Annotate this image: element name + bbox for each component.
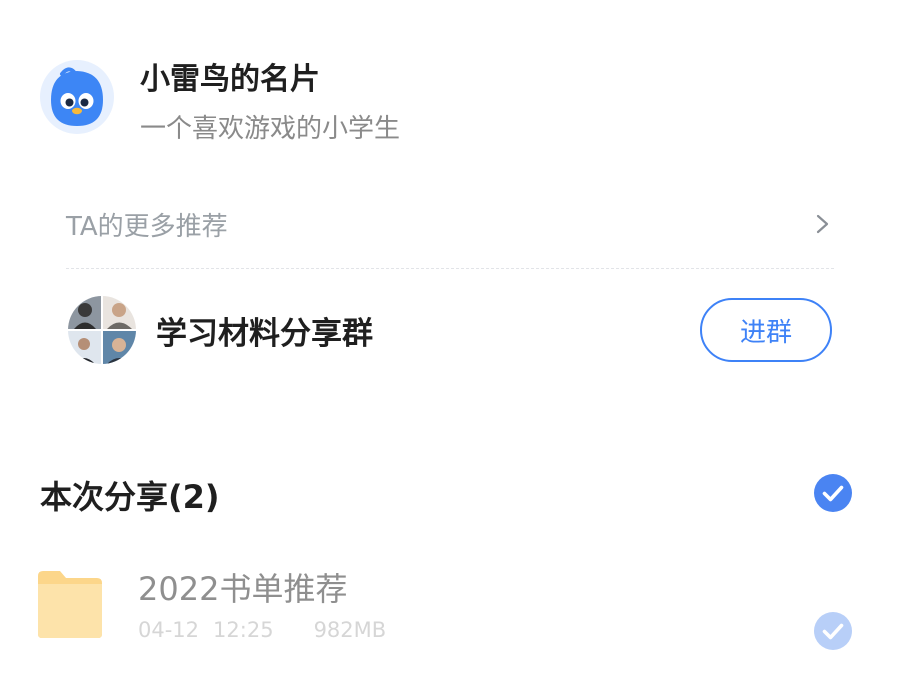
join-group-button[interactable]: 进群	[700, 298, 832, 362]
select-all-checkbox[interactable]	[814, 474, 852, 512]
file-date: 04-12	[138, 618, 200, 642]
profile-bio: 一个喜欢游戏的小学生	[140, 114, 401, 144]
folder-icon	[36, 568, 104, 640]
group-photo-collage-icon	[68, 296, 136, 364]
more-recommendations-label: TA的更多推荐	[66, 212, 228, 242]
chevron-right-icon	[816, 214, 829, 234]
more-recommendations-row[interactable]: TA的更多推荐	[66, 196, 834, 260]
checkmark-icon	[814, 612, 852, 650]
group-avatar[interactable]	[68, 296, 136, 364]
share-section-title: 本次分享(2)	[40, 478, 220, 516]
group-name: 学习材料分享群	[156, 316, 373, 352]
file-time: 12:25	[213, 618, 274, 642]
bird-mascot-icon	[40, 60, 114, 134]
checkmark-icon	[814, 474, 852, 512]
avatar[interactable]	[40, 60, 114, 134]
file-meta: 04-12 12:25 982MB	[138, 618, 400, 642]
file-checkbox[interactable]	[814, 612, 852, 650]
divider	[66, 268, 834, 269]
file-size: 982MB	[313, 618, 387, 642]
profile-name: 小雷鸟的名片	[140, 62, 320, 97]
file-name[interactable]: 2022书单推荐	[138, 564, 347, 610]
